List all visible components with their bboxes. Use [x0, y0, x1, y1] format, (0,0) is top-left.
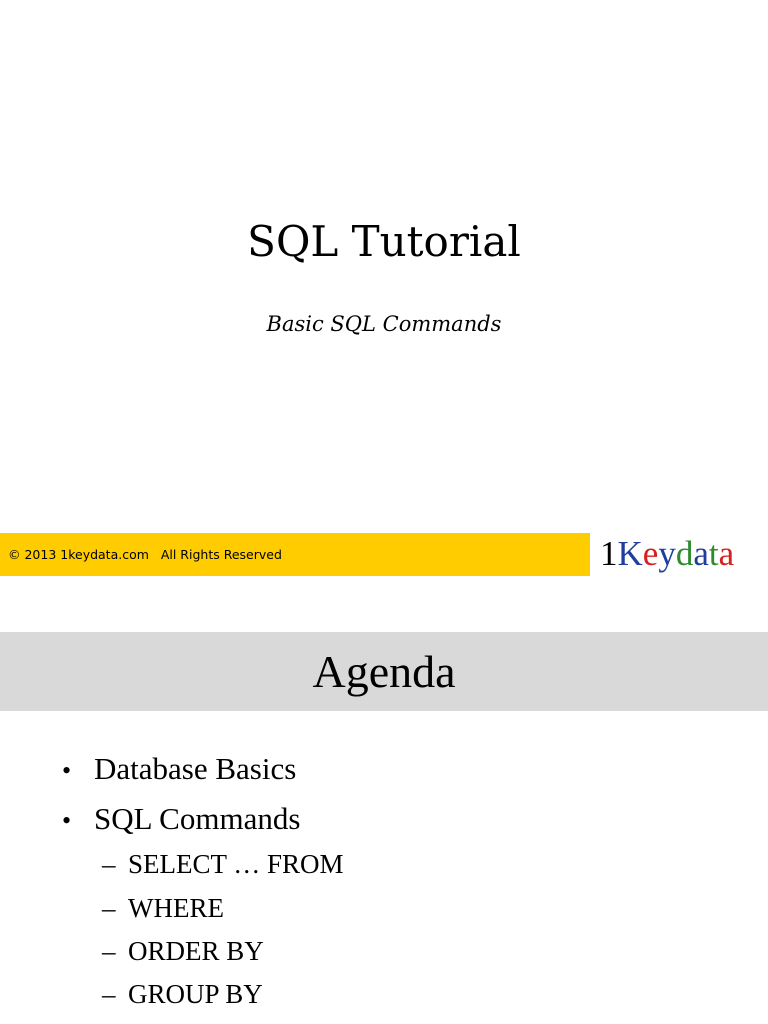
logo-letter: y — [658, 534, 676, 573]
sub-item: – WHERE — [102, 890, 224, 926]
sub-text: WHERE — [128, 893, 224, 923]
brand-logo: 1Keydata — [600, 530, 734, 578]
sub-marker: – — [102, 849, 116, 879]
sub-marker: – — [102, 979, 116, 1009]
sub-text: SELECT … FROM — [128, 849, 344, 879]
logo-letter: e — [642, 534, 659, 573]
sub-text: ORDER BY — [128, 936, 264, 966]
logo-letter: a — [693, 534, 709, 573]
sub-marker: – — [102, 936, 116, 966]
slide-subtitle: Basic SQL Commands — [266, 312, 502, 336]
bullet-marker: • — [62, 806, 72, 835]
footer-bar: © 2013 1keydata.com All Rights Reserved — [0, 533, 590, 576]
agenda-list: • Database Basics • SQL Commands – SELECT …… — [0, 632, 768, 1024]
sub-item: – SELECT … FROM — [102, 846, 344, 882]
bullet-item: • Database Basics — [62, 749, 296, 791]
bullet-marker: • — [62, 756, 72, 785]
copyright-text: © 2013 1keydata.com All Rights Reserved — [8, 547, 282, 562]
sub-marker: – — [102, 893, 116, 923]
document-page: SQL Tutorial Basic SQL Commands © 2013 1… — [0, 0, 768, 1024]
bullet-item: • SQL Commands — [62, 799, 300, 841]
slide-title: SQL Tutorial — [247, 217, 521, 266]
logo-letter: a — [718, 534, 735, 573]
sub-item: – ORDER BY — [102, 933, 264, 969]
logo-letter: K — [617, 534, 643, 573]
sub-item: – GROUP BY — [102, 976, 263, 1012]
bullet-text: SQL Commands — [94, 801, 301, 836]
agenda-slide: Agenda • Database Basics • SQL Commands – S… — [0, 632, 768, 1024]
bullet-text: Database Basics — [94, 751, 297, 786]
sub-text: GROUP BY — [128, 979, 263, 1009]
title-slide: SQL Tutorial Basic SQL Commands © 2013 1… — [0, 0, 768, 578]
logo-letter: d — [675, 534, 694, 573]
logo-letter: 1 — [600, 534, 618, 573]
logo-letter: t — [708, 534, 719, 573]
